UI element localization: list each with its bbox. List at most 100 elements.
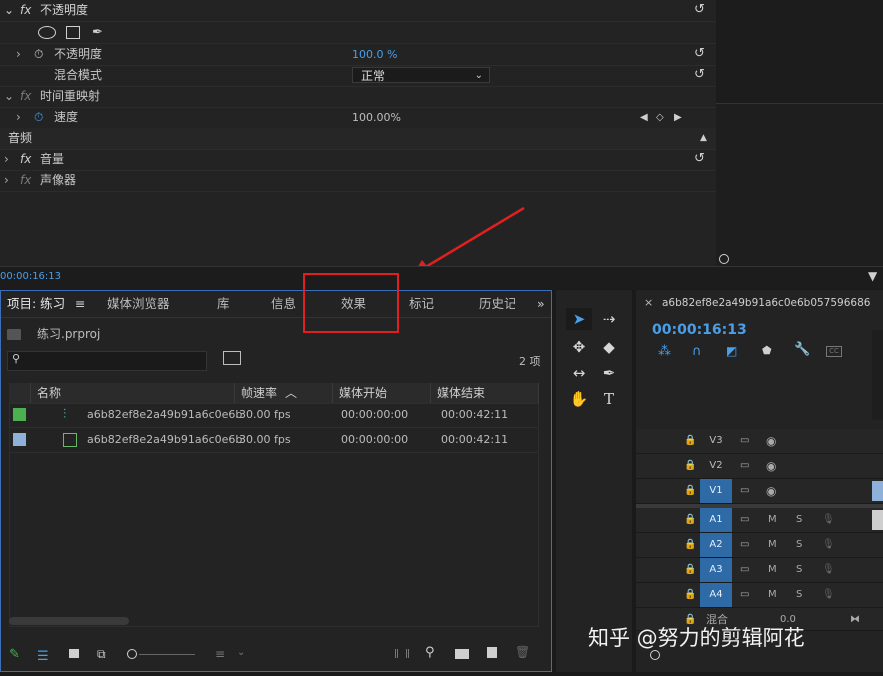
- snap-icon[interactable]: ∩: [692, 344, 702, 359]
- zoom-slider-track[interactable]: [139, 654, 195, 655]
- mute-button[interactable]: M: [768, 533, 777, 557]
- sequence-tab[interactable]: a6b82ef8e2a49b91a6c0e6b057596686: [662, 297, 870, 309]
- audio-clip[interactable]: [872, 510, 883, 530]
- label-column-header[interactable]: [9, 383, 31, 403]
- razor-tool-icon[interactable]: ◆: [596, 336, 622, 358]
- chevron-down-icon[interactable]: ⌄: [4, 0, 14, 21]
- microphone-icon[interactable]: 🎙: [822, 533, 835, 557]
- mute-button[interactable]: M: [768, 558, 777, 582]
- lock-icon[interactable]: 🔒: [684, 583, 696, 607]
- ellipse-mask-icon[interactable]: [38, 26, 56, 39]
- fx-icon[interactable]: fx: [20, 149, 31, 170]
- close-icon[interactable]: ×: [644, 296, 653, 309]
- time-ruler[interactable]: [872, 330, 883, 420]
- automate-to-sequence-icon[interactable]: [395, 649, 409, 658]
- tab-markers[interactable]: 标记: [409, 291, 434, 317]
- collapse-up-icon[interactable]: ▲: [700, 128, 707, 149]
- tab-info[interactable]: 信息: [271, 291, 296, 317]
- chevron-right-icon[interactable]: ›: [4, 149, 9, 170]
- find-icon[interactable]: ⚲: [425, 645, 435, 660]
- video-clip[interactable]: [872, 481, 883, 501]
- microphone-icon[interactable]: 🎙: [822, 558, 835, 582]
- table-row[interactable]: a6b82ef8e2a49b91a6c0e6b 30.00 fps 00:00:…: [9, 428, 539, 453]
- linked-selection-icon[interactable]: ◩: [726, 344, 737, 358]
- table-row[interactable]: ⫶ a6b82ef8e2a49b91a6c0e6b 30.00 fps 00:0…: [9, 403, 539, 428]
- lock-icon[interactable]: 🔒: [684, 479, 696, 503]
- hand-tool-icon[interactable]: ✋: [566, 388, 592, 410]
- sync-lock-icon[interactable]: ▭: [740, 508, 749, 532]
- search-field[interactable]: ⚲: [7, 351, 207, 372]
- selection-tool-icon[interactable]: ➤: [566, 308, 592, 330]
- media-end-column-header[interactable]: 媒体结束: [431, 383, 539, 403]
- solo-button[interactable]: S: [796, 508, 802, 532]
- chevron-right-icon[interactable]: ›: [16, 107, 21, 128]
- track-row-v1[interactable]: 🔒 V1 ▭ ◉: [636, 479, 883, 504]
- track-label[interactable]: V2: [700, 454, 732, 478]
- effect-controls-timeline-area[interactable]: [716, 0, 883, 266]
- trash-icon[interactable]: 🗑: [515, 645, 530, 659]
- new-search-bin-icon[interactable]: [223, 351, 241, 365]
- nest-icon[interactable]: ⁂: [658, 344, 671, 359]
- stopwatch-icon[interactable]: ⏱: [34, 44, 43, 65]
- sync-lock-icon[interactable]: ▭: [740, 583, 749, 607]
- eye-icon[interactable]: ◉: [766, 429, 776, 453]
- mute-button[interactable]: M: [768, 583, 777, 607]
- track-label[interactable]: V3: [700, 429, 732, 453]
- chevron-right-icon[interactable]: ›: [16, 44, 21, 65]
- add-marker-icon[interactable]: ⬟: [762, 344, 772, 357]
- lock-icon[interactable]: 🔒: [684, 508, 696, 532]
- chevron-right-icon[interactable]: ›: [4, 170, 9, 191]
- track-label[interactable]: A2: [700, 533, 732, 557]
- pen-tool-icon[interactable]: ✒: [596, 362, 622, 384]
- type-tool-icon[interactable]: T: [596, 388, 622, 410]
- zoom-slider-handle[interactable]: [127, 649, 137, 659]
- new-bin-icon[interactable]: [455, 649, 469, 659]
- filter-icon[interactable]: ▼: [868, 269, 877, 283]
- microphone-icon[interactable]: 🎙: [822, 583, 835, 607]
- track-row-a3[interactable]: 🔒 A3 ▭ M S 🎙: [636, 558, 883, 583]
- tab-media-browser[interactable]: 媒体浏览器: [107, 291, 170, 317]
- tab-project[interactable]: 项目: 练习: [7, 291, 65, 317]
- next-keyframe-icon[interactable]: ▶: [674, 107, 682, 128]
- pencil-icon[interactable]: ✎: [9, 647, 20, 662]
- icon-view-icon[interactable]: [69, 649, 79, 658]
- current-timecode[interactable]: 00:00:16:13: [0, 271, 61, 282]
- fx-icon[interactable]: fx: [20, 170, 31, 191]
- solo-button[interactable]: S: [796, 533, 802, 557]
- prev-keyframe-icon[interactable]: ◀: [640, 107, 648, 128]
- sync-lock-icon[interactable]: ▭: [740, 533, 749, 557]
- sync-lock-icon[interactable]: ▭: [740, 479, 749, 503]
- track-row-a4[interactable]: 🔒 A4 ▭ M S 🎙: [636, 583, 883, 608]
- reset-icon[interactable]: ↺: [694, 47, 708, 61]
- label-color-swatch[interactable]: [13, 433, 26, 446]
- pen-mask-icon[interactable]: ✒: [92, 22, 103, 43]
- track-select-tool-icon[interactable]: ⇢: [596, 308, 622, 330]
- label-color-swatch[interactable]: [13, 408, 26, 421]
- speed-value[interactable]: 100.00%: [352, 107, 401, 128]
- lock-icon[interactable]: 🔒: [684, 454, 696, 478]
- search-input[interactable]: [26, 352, 206, 372]
- menu-icon[interactable]: ≡: [75, 291, 85, 317]
- track-row-a2[interactable]: 🔒 A2 ▭ M S 🎙: [636, 533, 883, 558]
- name-column-header[interactable]: 名称: [31, 383, 235, 403]
- tab-libraries[interactable]: 库: [217, 291, 230, 317]
- add-keyframe-icon[interactable]: ◇: [656, 107, 664, 128]
- reset-icon[interactable]: ↺: [694, 68, 708, 82]
- list-view-icon[interactable]: ☰: [37, 649, 49, 664]
- track-label[interactable]: A3: [700, 558, 732, 582]
- microphone-icon[interactable]: 🎙: [822, 508, 835, 532]
- media-start-column-header[interactable]: 媒体开始: [333, 383, 431, 403]
- effect-row-volume[interactable]: › fx 音量 ↺: [0, 149, 716, 171]
- slip-tool-icon[interactable]: ↔: [566, 362, 592, 384]
- lock-icon[interactable]: 🔒: [684, 533, 696, 557]
- sync-lock-icon[interactable]: ▭: [740, 429, 749, 453]
- sync-lock-icon[interactable]: ▭: [740, 558, 749, 582]
- track-row-v3[interactable]: 🔒 V3 ▭ ◉: [636, 429, 883, 454]
- captions-icon[interactable]: CC: [826, 346, 842, 357]
- rectangle-mask-icon[interactable]: [66, 26, 80, 39]
- solo-button[interactable]: S: [796, 558, 802, 582]
- lock-icon[interactable]: 🔒: [684, 558, 696, 582]
- go-to-out-icon[interactable]: ⧓: [850, 608, 860, 632]
- effect-row-panner[interactable]: › fx 声像器: [0, 170, 716, 192]
- sort-icon[interactable]: ≡: [215, 647, 225, 661]
